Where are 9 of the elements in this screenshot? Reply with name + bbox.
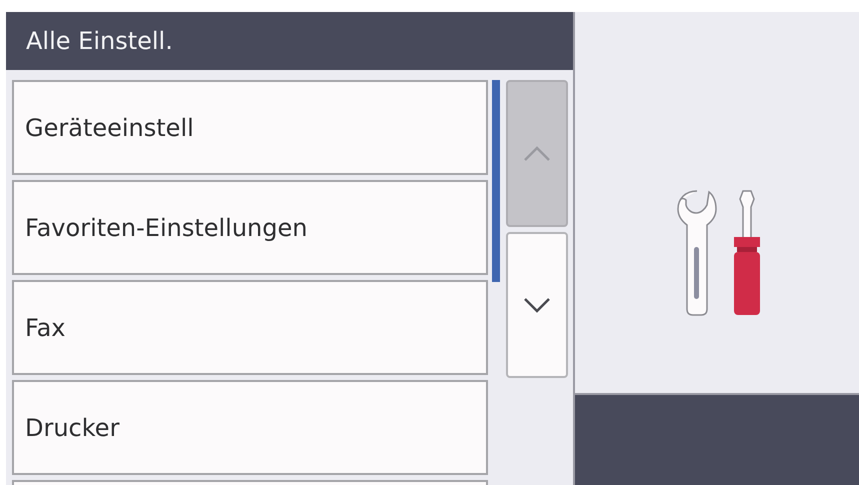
menu-item[interactable]: Fax	[12, 280, 488, 375]
menu-item[interactable]: Favoriten-Einstellungen	[12, 180, 488, 275]
header-title: Alle Einstell.	[26, 26, 173, 57]
menu-item[interactable]: Geräteeinstell	[12, 80, 488, 175]
menu-item[interactable]: Drucker	[12, 380, 488, 475]
chevron-up-icon	[522, 146, 552, 162]
scroll-down-button[interactable]	[506, 232, 568, 378]
chevron-down-icon	[522, 297, 552, 313]
scroll-thumb[interactable]	[492, 80, 500, 282]
